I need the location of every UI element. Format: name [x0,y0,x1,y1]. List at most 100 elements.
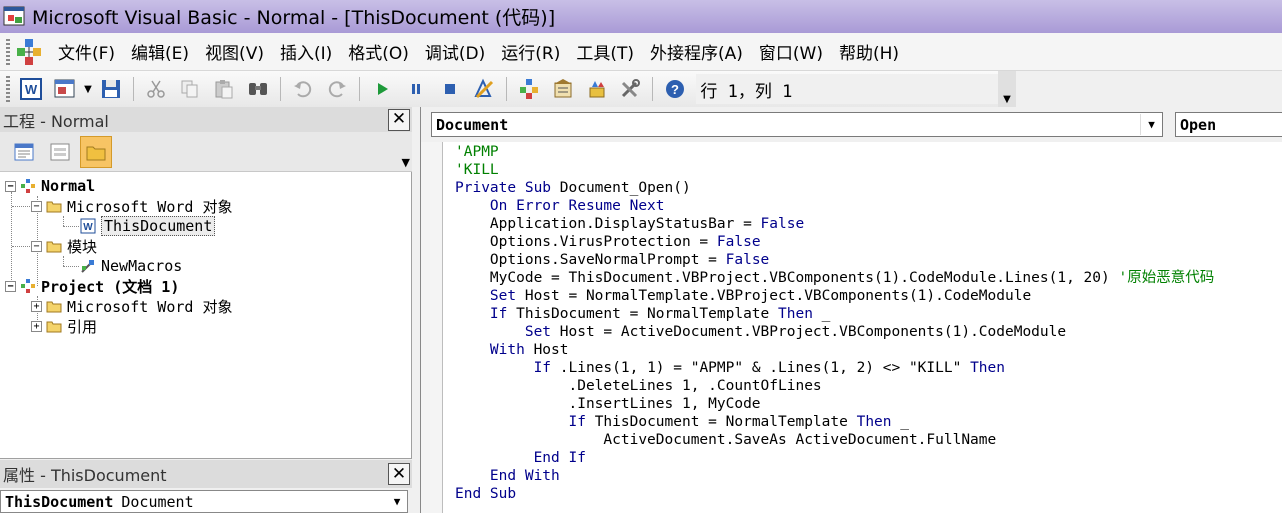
menu-grip-handle[interactable] [6,38,10,65]
code-line[interactable]: 'KILL [455,161,1282,179]
standard-toolbar: W ▼ ? 行 1，列 1 [0,71,1017,107]
view-code-button[interactable] [8,136,40,168]
tree-node-this-document[interactable]: W ThisDocument [79,216,216,236]
code-token: If [455,306,517,322]
code-line[interactable]: 'APMP [455,143,1282,161]
menu-addins[interactable]: 外接程序(A) [642,39,751,64]
find-icon[interactable] [244,75,272,103]
vba-app-icon[interactable] [2,4,28,30]
tree-node-project1[interactable]: − Project (文档 1) [5,276,179,296]
view-object-button[interactable] [44,136,76,168]
tree-node-new-macros[interactable]: NewMacros [79,256,182,276]
collapse-toggle[interactable]: − [31,200,42,212]
project-pane-close-button[interactable]: ✕ [388,108,410,131]
code-line[interactable]: End Sub [455,485,1282,503]
reset-icon[interactable] [436,75,464,103]
expand-toggle[interactable]: + [31,300,42,312]
menu-file[interactable]: 文件(F) [50,39,123,64]
code-line[interactable]: If ThisDocument = NormalTemplate Then _ [455,305,1282,323]
code-line[interactable]: Private Sub Document_Open() [455,179,1282,197]
insert-userform-icon[interactable] [51,75,79,103]
module-icon [79,257,97,275]
menu-run[interactable]: 运行(R) [493,39,568,64]
code-line[interactable]: MyCode = ThisDocument.VBProject.VBCompon… [455,269,1282,287]
svg-text:?: ? [671,82,679,97]
tree-node-references[interactable]: + 引用 [31,316,97,336]
toolbar-grip-handle[interactable] [6,76,10,102]
view-word-icon[interactable]: W [17,75,45,103]
tree-node-label: ThisDocument [101,216,216,236]
code-line[interactable]: With Host [455,341,1282,359]
tree-node-project1-word-objects[interactable]: + Microsoft Word 对象 [31,296,232,316]
code-token: False [760,216,805,232]
code-line[interactable]: Set Host = NormalTemplate.VBProject.VBCo… [455,287,1282,305]
chevron-down-icon[interactable]: ▼ [1140,114,1162,135]
properties-object-select[interactable]: ThisDocument Document ▼ [0,490,408,513]
paste-icon[interactable] [210,75,238,103]
cut-icon[interactable] [142,75,170,103]
code-editor[interactable]: 'APMP 'KILL Private Sub Document_Open() On… [455,143,1282,503]
project-toolbar-more-arrow[interactable]: ▼ [402,156,410,171]
tree-node-normal-word-objects[interactable]: − Microsoft Word 对象 [31,196,232,216]
tree-node-label: 模块 [67,237,98,256]
insert-dropdown-arrow[interactable]: ▼ [82,75,94,103]
code-line[interactable]: ActiveDocument.SaveAs ActiveDocument.Ful… [455,431,1282,449]
code-line[interactable]: If .Lines(1, 1) = "APMP" & .Lines(1, 2) … [455,359,1282,377]
toolbar-options-arrow[interactable]: ▼ [998,71,1016,107]
code-line[interactable]: .InsertLines 1, MyCode [455,395,1282,413]
vba-project-icon[interactable] [14,37,44,67]
code-line[interactable]: Set Host = ActiveDocument.VBProject.VBCo… [455,323,1282,341]
save-icon[interactable] [97,75,125,103]
code-token: If [455,414,595,430]
menu-tools[interactable]: 工具(T) [568,39,642,64]
code-line[interactable]: .DeleteLines 1, .CountOfLines [455,377,1282,395]
cursor-position-readout: 行 1，列 1 [696,74,1017,104]
help-icon[interactable]: ? [661,75,689,103]
break-icon[interactable] [402,75,430,103]
copy-icon[interactable] [176,75,204,103]
menu-view[interactable]: 视图(V) [197,39,272,64]
menu-format[interactable]: 格式(O) [340,39,417,64]
tree-connector [63,256,64,266]
code-line[interactable]: Options.VirusProtection = False [455,233,1282,251]
code-line[interactable]: Options.SaveNormalPrompt = False [455,251,1282,269]
collapse-toggle[interactable]: − [31,240,42,252]
menu-window[interactable]: 窗口(W) [751,39,831,64]
menu-edit[interactable]: 编辑(E) [123,39,197,64]
object-browser-icon[interactable] [583,75,611,103]
menu-help[interactable]: 帮助(H) [831,39,907,64]
code-line[interactable]: Application.DisplayStatusBar = False [455,215,1282,233]
design-mode-icon[interactable] [470,75,498,103]
collapse-toggle[interactable]: − [5,280,16,292]
redo-icon[interactable] [323,75,351,103]
procedure-select[interactable]: Open [1175,112,1282,137]
menu-debug[interactable]: 调试(D) [417,39,493,64]
menu-insert[interactable]: 插入(I) [272,39,340,64]
code-line[interactable]: End If [455,449,1282,467]
project-explorer-icon[interactable] [515,75,543,103]
code-token: With [455,342,534,358]
svg-text:W: W [25,82,38,97]
tree-node-modules[interactable]: − 模块 [31,236,97,256]
code-token: False [716,234,761,250]
tree-node-normal[interactable]: − Normal [5,176,95,196]
properties-window-icon[interactable] [549,75,577,103]
code-token: Then [856,414,892,430]
code-token: MyCode = ThisDocument.VBProject.VBCompon… [455,270,1119,286]
collapse-toggle[interactable]: − [5,180,16,192]
undo-icon[interactable] [289,75,317,103]
run-icon[interactable] [368,75,396,103]
code-line[interactable]: End With [455,467,1282,485]
chevron-down-icon[interactable]: ▼ [387,495,407,508]
code-line[interactable]: If ThisDocument = NormalTemplate Then _ [455,413,1282,431]
code-token: 'KILL [455,162,499,178]
code-line[interactable]: On Error Resume Next [455,197,1282,215]
toggle-folders-button[interactable] [80,135,112,168]
properties-object-name: ThisDocument [5,492,114,511]
code-margin-indicator-bar[interactable] [421,142,443,513]
toolbox-icon[interactable] [616,75,644,103]
object-select[interactable]: Document ▼ [431,112,1163,137]
vba-project-icon [19,177,37,195]
properties-pane-close-button[interactable]: ✕ [388,463,410,485]
expand-toggle[interactable]: + [31,320,42,332]
